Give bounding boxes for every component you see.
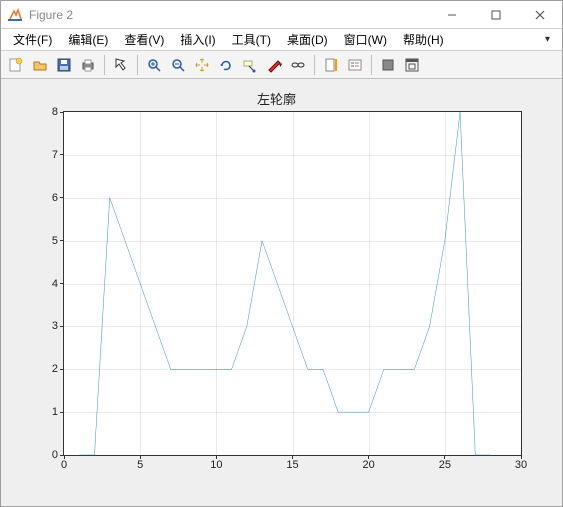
x-tick-label: 10 bbox=[210, 455, 222, 471]
insert-colorbar-button[interactable] bbox=[320, 54, 342, 76]
menu-insert[interactable]: 插入(I) bbox=[172, 29, 223, 50]
toolbar-separator bbox=[371, 55, 372, 75]
menu-file[interactable]: 文件(F) bbox=[5, 29, 60, 50]
titlebar: Figure 2 bbox=[1, 1, 562, 29]
y-tick-label: 5 bbox=[52, 235, 64, 247]
gridline-v bbox=[216, 112, 217, 455]
plot-area: 左轮廓 012345678051015202530 bbox=[1, 79, 562, 506]
new-figure-button[interactable] bbox=[5, 54, 27, 76]
menu-overflow-icon[interactable]: ▾ bbox=[537, 34, 558, 45]
gridline-v bbox=[293, 112, 294, 455]
menu-tools[interactable]: 工具(T) bbox=[224, 29, 279, 50]
y-tick-label: 1 bbox=[52, 406, 64, 418]
menu-window[interactable]: 窗口(W) bbox=[336, 29, 395, 50]
save-button[interactable] bbox=[53, 54, 75, 76]
menubar: 文件(F) 编辑(E) 查看(V) 插入(I) 工具(T) 桌面(D) 窗口(W… bbox=[1, 29, 562, 51]
minimize-button[interactable] bbox=[430, 1, 474, 29]
x-tick-label: 30 bbox=[515, 455, 527, 471]
y-tick-label: 3 bbox=[52, 320, 64, 332]
print-button[interactable] bbox=[77, 54, 99, 76]
x-tick-label: 20 bbox=[363, 455, 375, 471]
toolbar-separator bbox=[137, 55, 138, 75]
x-tick-label: 0 bbox=[61, 455, 67, 471]
plot-box[interactable]: 012345678051015202530 bbox=[63, 111, 522, 456]
chart-title: 左轮廓 bbox=[11, 89, 542, 108]
x-tick-label: 5 bbox=[137, 455, 143, 471]
menu-help[interactable]: 帮助(H) bbox=[395, 29, 452, 50]
x-tick-label: 25 bbox=[439, 455, 451, 471]
link-data-button[interactable] bbox=[287, 54, 309, 76]
pan-button[interactable] bbox=[191, 54, 213, 76]
menu-desktop[interactable]: 桌面(D) bbox=[279, 29, 336, 50]
y-tick-label: 6 bbox=[52, 192, 64, 204]
open-button[interactable] bbox=[29, 54, 51, 76]
gridline-v bbox=[369, 112, 370, 455]
gridline-v bbox=[140, 112, 141, 455]
figure-window: Figure 2 文件(F) 编辑(E) 查看(V) 插入(I) 工具(T) 桌… bbox=[0, 0, 563, 507]
zoom-out-button[interactable] bbox=[167, 54, 189, 76]
hide-tools-button[interactable] bbox=[377, 54, 399, 76]
toolbar-separator bbox=[314, 55, 315, 75]
toolbar-separator bbox=[104, 55, 105, 75]
window-title: Figure 2 bbox=[29, 8, 430, 22]
menu-edit[interactable]: 编辑(E) bbox=[60, 29, 116, 50]
data-cursor-button[interactable] bbox=[239, 54, 261, 76]
rotate-button[interactable] bbox=[215, 54, 237, 76]
zoom-in-button[interactable] bbox=[143, 54, 165, 76]
menu-view[interactable]: 查看(V) bbox=[116, 29, 172, 50]
y-tick-label: 2 bbox=[52, 363, 64, 375]
y-tick-label: 8 bbox=[52, 106, 64, 118]
insert-legend-button[interactable] bbox=[344, 54, 366, 76]
maximize-button[interactable] bbox=[474, 1, 518, 29]
y-tick-label: 7 bbox=[52, 149, 64, 161]
x-tick-label: 15 bbox=[286, 455, 298, 471]
edit-plot-button[interactable] bbox=[110, 54, 132, 76]
matlab-logo-icon bbox=[7, 7, 23, 23]
dock-button[interactable] bbox=[401, 54, 423, 76]
brush-button[interactable]: ▾ bbox=[263, 54, 285, 76]
toolbar: ▾ bbox=[1, 51, 562, 79]
axes-container: 左轮廓 012345678051015202530 bbox=[11, 89, 542, 486]
gridline-v bbox=[445, 112, 446, 455]
close-button[interactable] bbox=[518, 1, 562, 29]
y-tick-label: 4 bbox=[52, 278, 64, 290]
